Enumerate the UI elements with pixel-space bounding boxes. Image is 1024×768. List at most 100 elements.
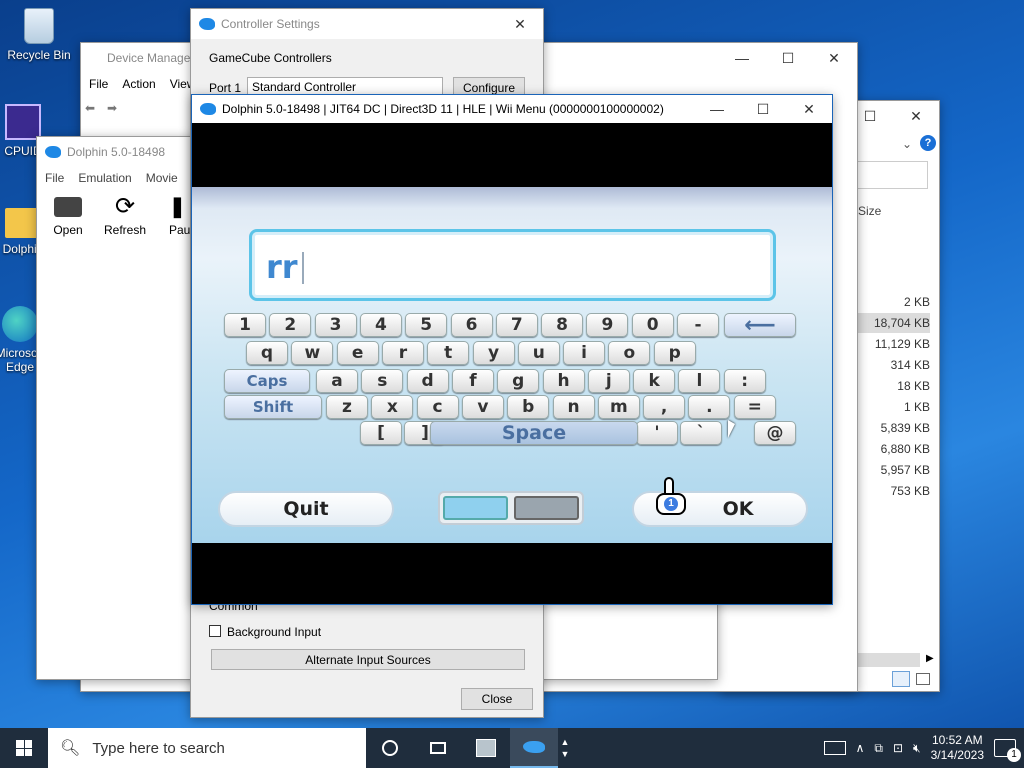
minimize-icon[interactable]: —	[694, 94, 740, 124]
close-icon[interactable]: ✕	[811, 43, 857, 73]
taskbar-app-device-manager[interactable]	[462, 728, 510, 768]
key-button[interactable]: e	[336, 341, 379, 365]
shift-key[interactable]: Shift	[224, 395, 322, 419]
key-button[interactable]: v	[461, 395, 504, 419]
key-button[interactable]: 0	[631, 313, 674, 337]
key-button[interactable]: o	[608, 341, 651, 365]
cortana-button[interactable]	[366, 728, 414, 768]
close-icon[interactable]: ✕	[497, 9, 543, 39]
details-view-icon[interactable]	[892, 671, 910, 687]
notification-center-button[interactable]: 1	[994, 739, 1021, 762]
key-button[interactable]: w	[291, 341, 334, 365]
maximize-icon[interactable]: ☐	[765, 43, 811, 73]
taskbar-scroll[interactable]: ▲ ▼	[558, 736, 572, 760]
key-button[interactable]: [	[360, 421, 402, 445]
scroll-right-icon[interactable]: ▶	[926, 653, 934, 664]
key-button[interactable]: c	[416, 395, 459, 419]
key-button[interactable]: p	[653, 341, 696, 365]
input-indicator-icon[interactable]	[823, 741, 846, 755]
key-button[interactable]: u	[517, 341, 560, 365]
key-button[interactable]: 9	[586, 313, 629, 337]
key-button[interactable]: k	[633, 369, 676, 393]
key-button[interactable]: a	[316, 369, 358, 393]
key-button[interactable]: b	[507, 395, 550, 419]
key-button[interactable]: .	[688, 395, 731, 419]
key-button[interactable]: m	[597, 395, 640, 419]
alternate-input-sources-button[interactable]: Alternate Input Sources	[211, 649, 525, 670]
back-icon[interactable]: ⬅	[85, 101, 95, 115]
key-button[interactable]: r	[381, 341, 424, 365]
key-button[interactable]: `	[680, 421, 722, 445]
key-button[interactable]: 4	[359, 313, 402, 337]
taskbar-app-dolphin[interactable]	[510, 728, 558, 768]
key-button[interactable]: z	[326, 395, 368, 419]
start-button[interactable]	[0, 728, 48, 768]
keyboard-layout-toggle[interactable]	[438, 491, 584, 525]
text-input-box[interactable]: rr	[249, 229, 776, 301]
close-icon[interactable]: ✕	[893, 101, 939, 131]
key-button[interactable]: 3	[314, 313, 357, 337]
open-button[interactable]: Open	[47, 197, 89, 237]
key-button[interactable]: j	[587, 369, 630, 393]
key-button[interactable]: 1	[224, 313, 266, 337]
key-button[interactable]: 5	[405, 313, 448, 337]
key-button[interactable]: =	[733, 395, 776, 419]
key-button[interactable]: y	[472, 341, 515, 365]
show-hidden-icons-icon[interactable]: ∧	[856, 741, 865, 755]
close-icon[interactable]: ✕	[786, 94, 832, 124]
key-button[interactable]: l	[678, 369, 721, 393]
key-button[interactable]: s	[361, 369, 404, 393]
clock[interactable]: 10:52 AM 3/14/2023	[931, 733, 984, 763]
key-button[interactable]: -	[677, 313, 719, 337]
expand-chevron-icon[interactable]: ⌄	[902, 137, 912, 151]
dolphin-icon	[199, 18, 215, 30]
menu-movie[interactable]: Movie	[146, 171, 178, 185]
large-icons-view-icon[interactable]	[916, 673, 930, 685]
key-button[interactable]: 2	[269, 313, 312, 337]
qwerty-layout-icon[interactable]	[443, 496, 508, 520]
quit-button[interactable]: Quit	[218, 491, 394, 527]
menu-file[interactable]: File	[45, 171, 64, 185]
key-button[interactable]: g	[497, 369, 540, 393]
key-button[interactable]: '	[636, 421, 678, 445]
meet-now-icon[interactable]: ⧉	[874, 741, 883, 756]
size-cell: 2 KB	[903, 295, 930, 309]
search-box[interactable]: 🔍︎ Type here to search	[48, 728, 366, 768]
grid-layout-icon[interactable]	[514, 496, 579, 520]
key-button[interactable]: :	[723, 369, 766, 393]
menu-emulation[interactable]: Emulation	[78, 171, 131, 185]
key-button[interactable]: t	[427, 341, 470, 365]
task-view-button[interactable]	[414, 728, 462, 768]
key-button[interactable]: h	[542, 369, 585, 393]
backspace-key[interactable]: ⟵	[724, 313, 796, 338]
key-button[interactable]: q	[246, 341, 288, 365]
key-button[interactable]: @	[754, 421, 796, 445]
space-key[interactable]: Space	[430, 421, 638, 445]
maximize-icon[interactable]: ☐	[740, 94, 786, 124]
key-button[interactable]: f	[451, 369, 494, 393]
menu-file[interactable]: File	[89, 77, 108, 91]
key-button[interactable]: ,	[643, 395, 686, 419]
minimize-icon[interactable]: —	[719, 43, 765, 73]
network-icon[interactable]: ⊡	[893, 741, 903, 755]
menu-action[interactable]: Action	[122, 77, 155, 91]
refresh-button[interactable]: ⟳ Refresh	[101, 195, 149, 238]
close-button[interactable]: Close	[461, 688, 533, 710]
caps-key[interactable]: Caps	[224, 369, 310, 393]
volume-muted-icon[interactable]: 🔇︎	[913, 741, 921, 756]
key-button[interactable]: d	[406, 369, 449, 393]
size-column-header[interactable]: Size	[858, 204, 881, 218]
forward-icon[interactable]: ➡	[107, 101, 117, 115]
window-title: Device Manager	[107, 51, 195, 65]
key-button[interactable]: 6	[450, 313, 493, 337]
key-button[interactable]: x	[371, 395, 414, 419]
mouse-pointer-icon	[728, 420, 735, 438]
key-button[interactable]: i	[563, 341, 606, 365]
desktop-icon-recycle-bin[interactable]: Recycle Bin	[4, 8, 74, 62]
help-icon[interactable]: ?	[920, 135, 936, 151]
background-input-checkbox[interactable]	[209, 625, 221, 637]
key-button[interactable]: n	[552, 395, 595, 419]
cortana-icon	[382, 740, 398, 756]
key-button[interactable]: 7	[495, 313, 538, 337]
key-button[interactable]: 8	[541, 313, 584, 337]
